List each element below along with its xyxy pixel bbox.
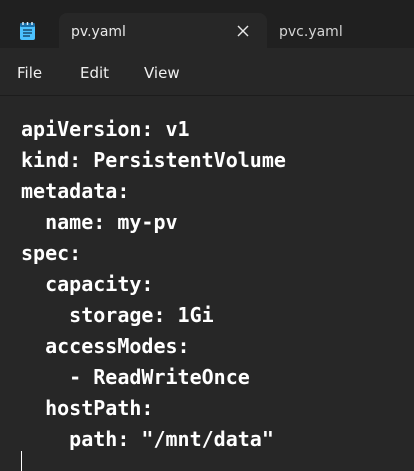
close-icon[interactable] [231, 19, 255, 43]
code-line: capacity: [21, 272, 154, 296]
code-line: apiVersion: v1 [21, 117, 190, 141]
code-line: storage: 1Gi [21, 303, 214, 327]
tab-pvc-yaml[interactable]: pvc.yaml [267, 13, 414, 49]
menu-edit[interactable]: Edit [80, 63, 109, 83]
menu-view[interactable]: View [144, 63, 180, 83]
code-line: accessModes: [21, 334, 190, 358]
tab-strip: pv.yaml pvc.yaml [0, 0, 414, 49]
code-line: path: "/mnt/data" [21, 427, 274, 451]
text-caret [21, 451, 22, 471]
notepad-icon [19, 21, 37, 41]
code-line: spec: [21, 241, 82, 265]
text-editor[interactable]: apiVersion: v1 kind: PersistentVolume me… [0, 96, 414, 471]
code-line: metadata: [21, 179, 130, 203]
tab-label: pv.yaml [71, 24, 126, 40]
tab-label: pvc.yaml [279, 24, 343, 40]
code-line: - ReadWriteOnce [21, 365, 250, 389]
menu-bar: File Edit View [0, 49, 414, 96]
code-line: name: my-pv [21, 210, 178, 234]
menu-file[interactable]: File [17, 63, 42, 83]
notepad-window: pv.yaml pvc.yaml File Edit View apiVersi… [0, 0, 414, 471]
code-line: kind: PersistentVolume [21, 148, 286, 172]
code-line: hostPath: [21, 396, 154, 420]
tab-pv-yaml[interactable]: pv.yaml [59, 13, 267, 49]
